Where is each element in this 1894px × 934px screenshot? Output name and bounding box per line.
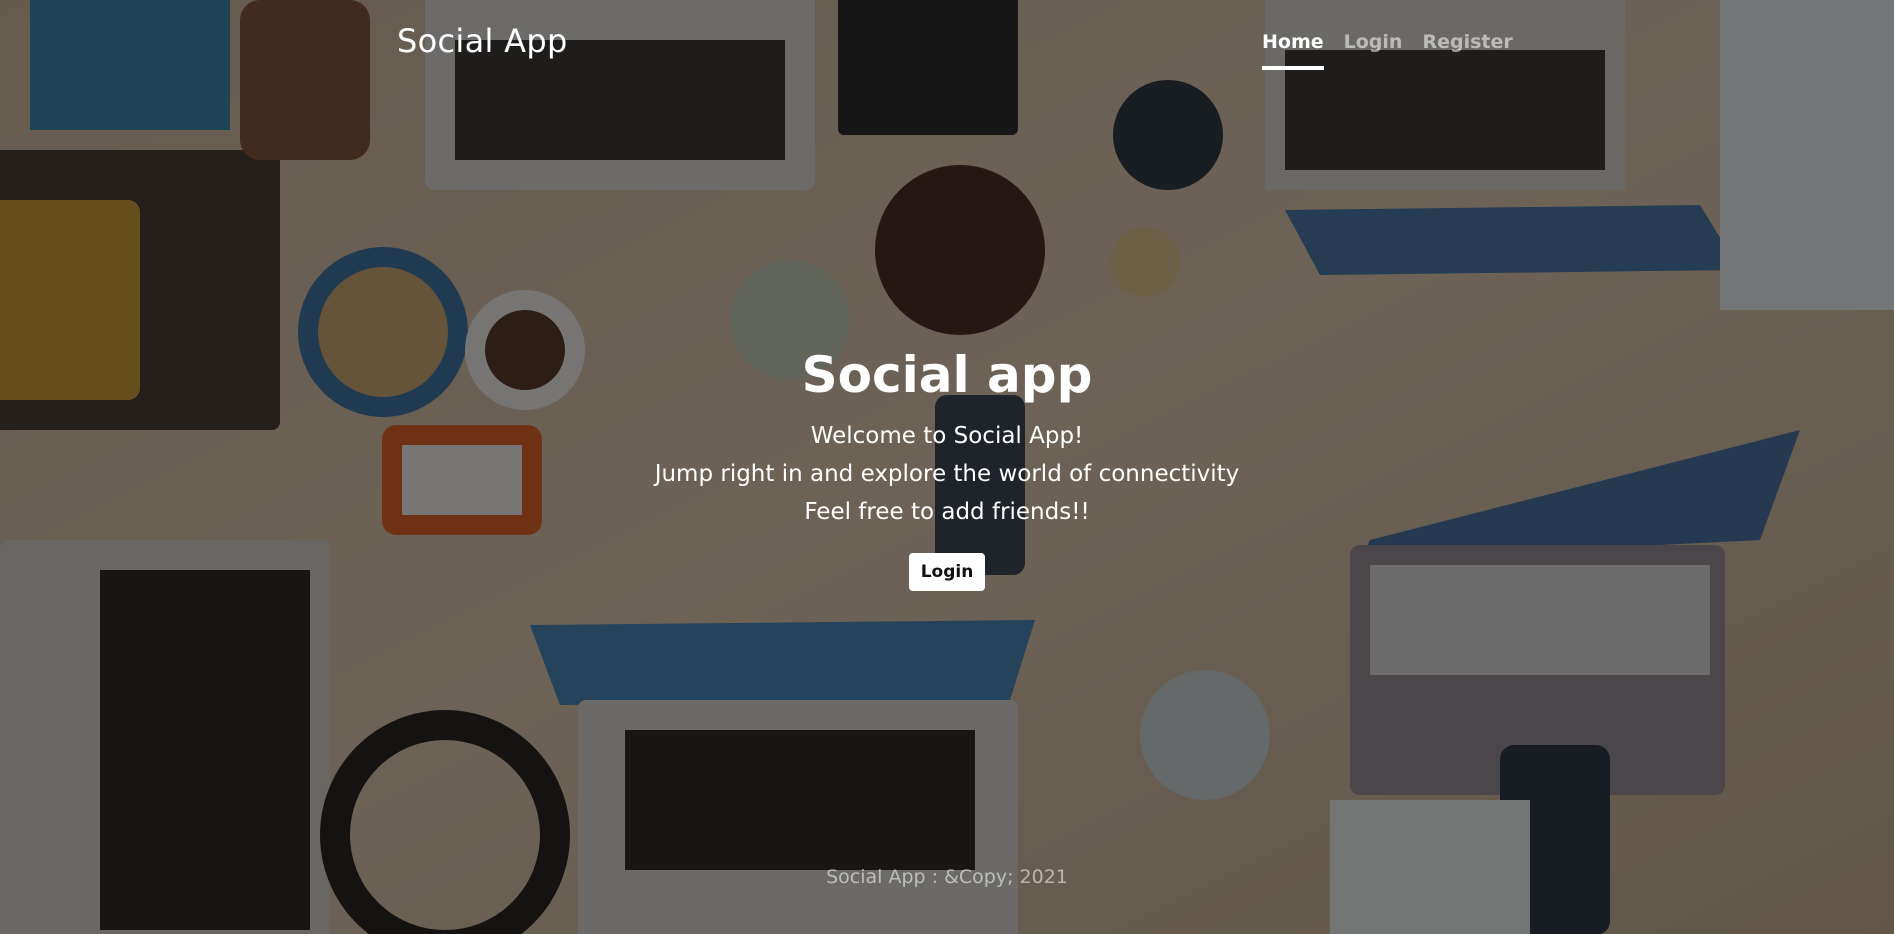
hero-explore-text: Jump right in and explore the world of c… (654, 461, 1240, 487)
footer-copyright: Social App : &Copy; 2021 (826, 866, 1068, 888)
page: Social App Home Login Register Social ap… (0, 0, 1894, 934)
hero-section: Social app Welcome to Social App! Jump r… (0, 345, 1894, 591)
nav-link-home[interactable]: Home (1262, 30, 1324, 70)
nav-link-login[interactable]: Login (1344, 30, 1403, 70)
main-nav: Home Login Register (1262, 30, 1513, 70)
hero-welcome-text: Welcome to Social App! (810, 423, 1084, 449)
brand-logo[interactable]: Social App (397, 22, 568, 60)
hero-title: Social app (801, 346, 1093, 404)
hero-friends-text: Feel free to add friends!! (804, 499, 1090, 525)
nav-link-register[interactable]: Register (1422, 30, 1512, 70)
hero-login-button[interactable]: Login (908, 553, 986, 591)
